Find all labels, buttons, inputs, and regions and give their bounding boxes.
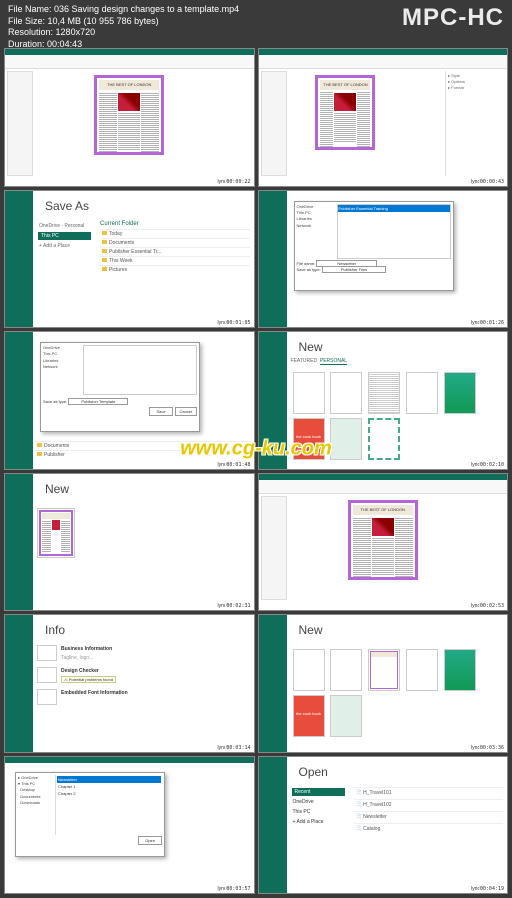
watermark: www.cg-ku.com <box>180 438 332 461</box>
newsletter-preview: THE BEST OF LONDON <box>94 75 164 155</box>
thumbnail[interactable]: THE BEST OF LONDON lynda00:00:22 <box>4 48 255 187</box>
thumbnail[interactable]: New the cook book lynda00:03:36 <box>258 614 509 753</box>
thumbnail-grid: THE BEST OF LONDON lynda00:00:22 THE BES… <box>4 48 508 894</box>
thumbnail[interactable]: Save As OneDrive - Personal This PC + Ad… <box>4 190 255 329</box>
thumbnail[interactable]: THE BEST OF LONDON ▸ Style▸ Options▸ For… <box>258 48 509 187</box>
thumbnail[interactable]: OneDrive This PC Libraries Network Publi… <box>258 190 509 329</box>
player-brand: MPC-HC <box>402 4 504 32</box>
file-info-header: File Name: 036 Saving design changes to … <box>0 0 512 50</box>
thumbnail[interactable]: Open Recent OneDrive This PC + Add a Pla… <box>258 756 509 895</box>
thumbnail[interactable]: THE BEST OF LONDON lynda00:02:53 <box>258 473 509 612</box>
thumbnail[interactable]: ▸ OneDrive▾ This PC Desktop Documents Do… <box>4 756 255 895</box>
thumbnail[interactable]: Info Business InformationTagline, logo..… <box>4 614 255 753</box>
thumbnail[interactable]: New lynda00:02:31 <box>4 473 255 612</box>
save-dialog: OneDrive This PC Libraries Network Publi… <box>294 201 454 291</box>
